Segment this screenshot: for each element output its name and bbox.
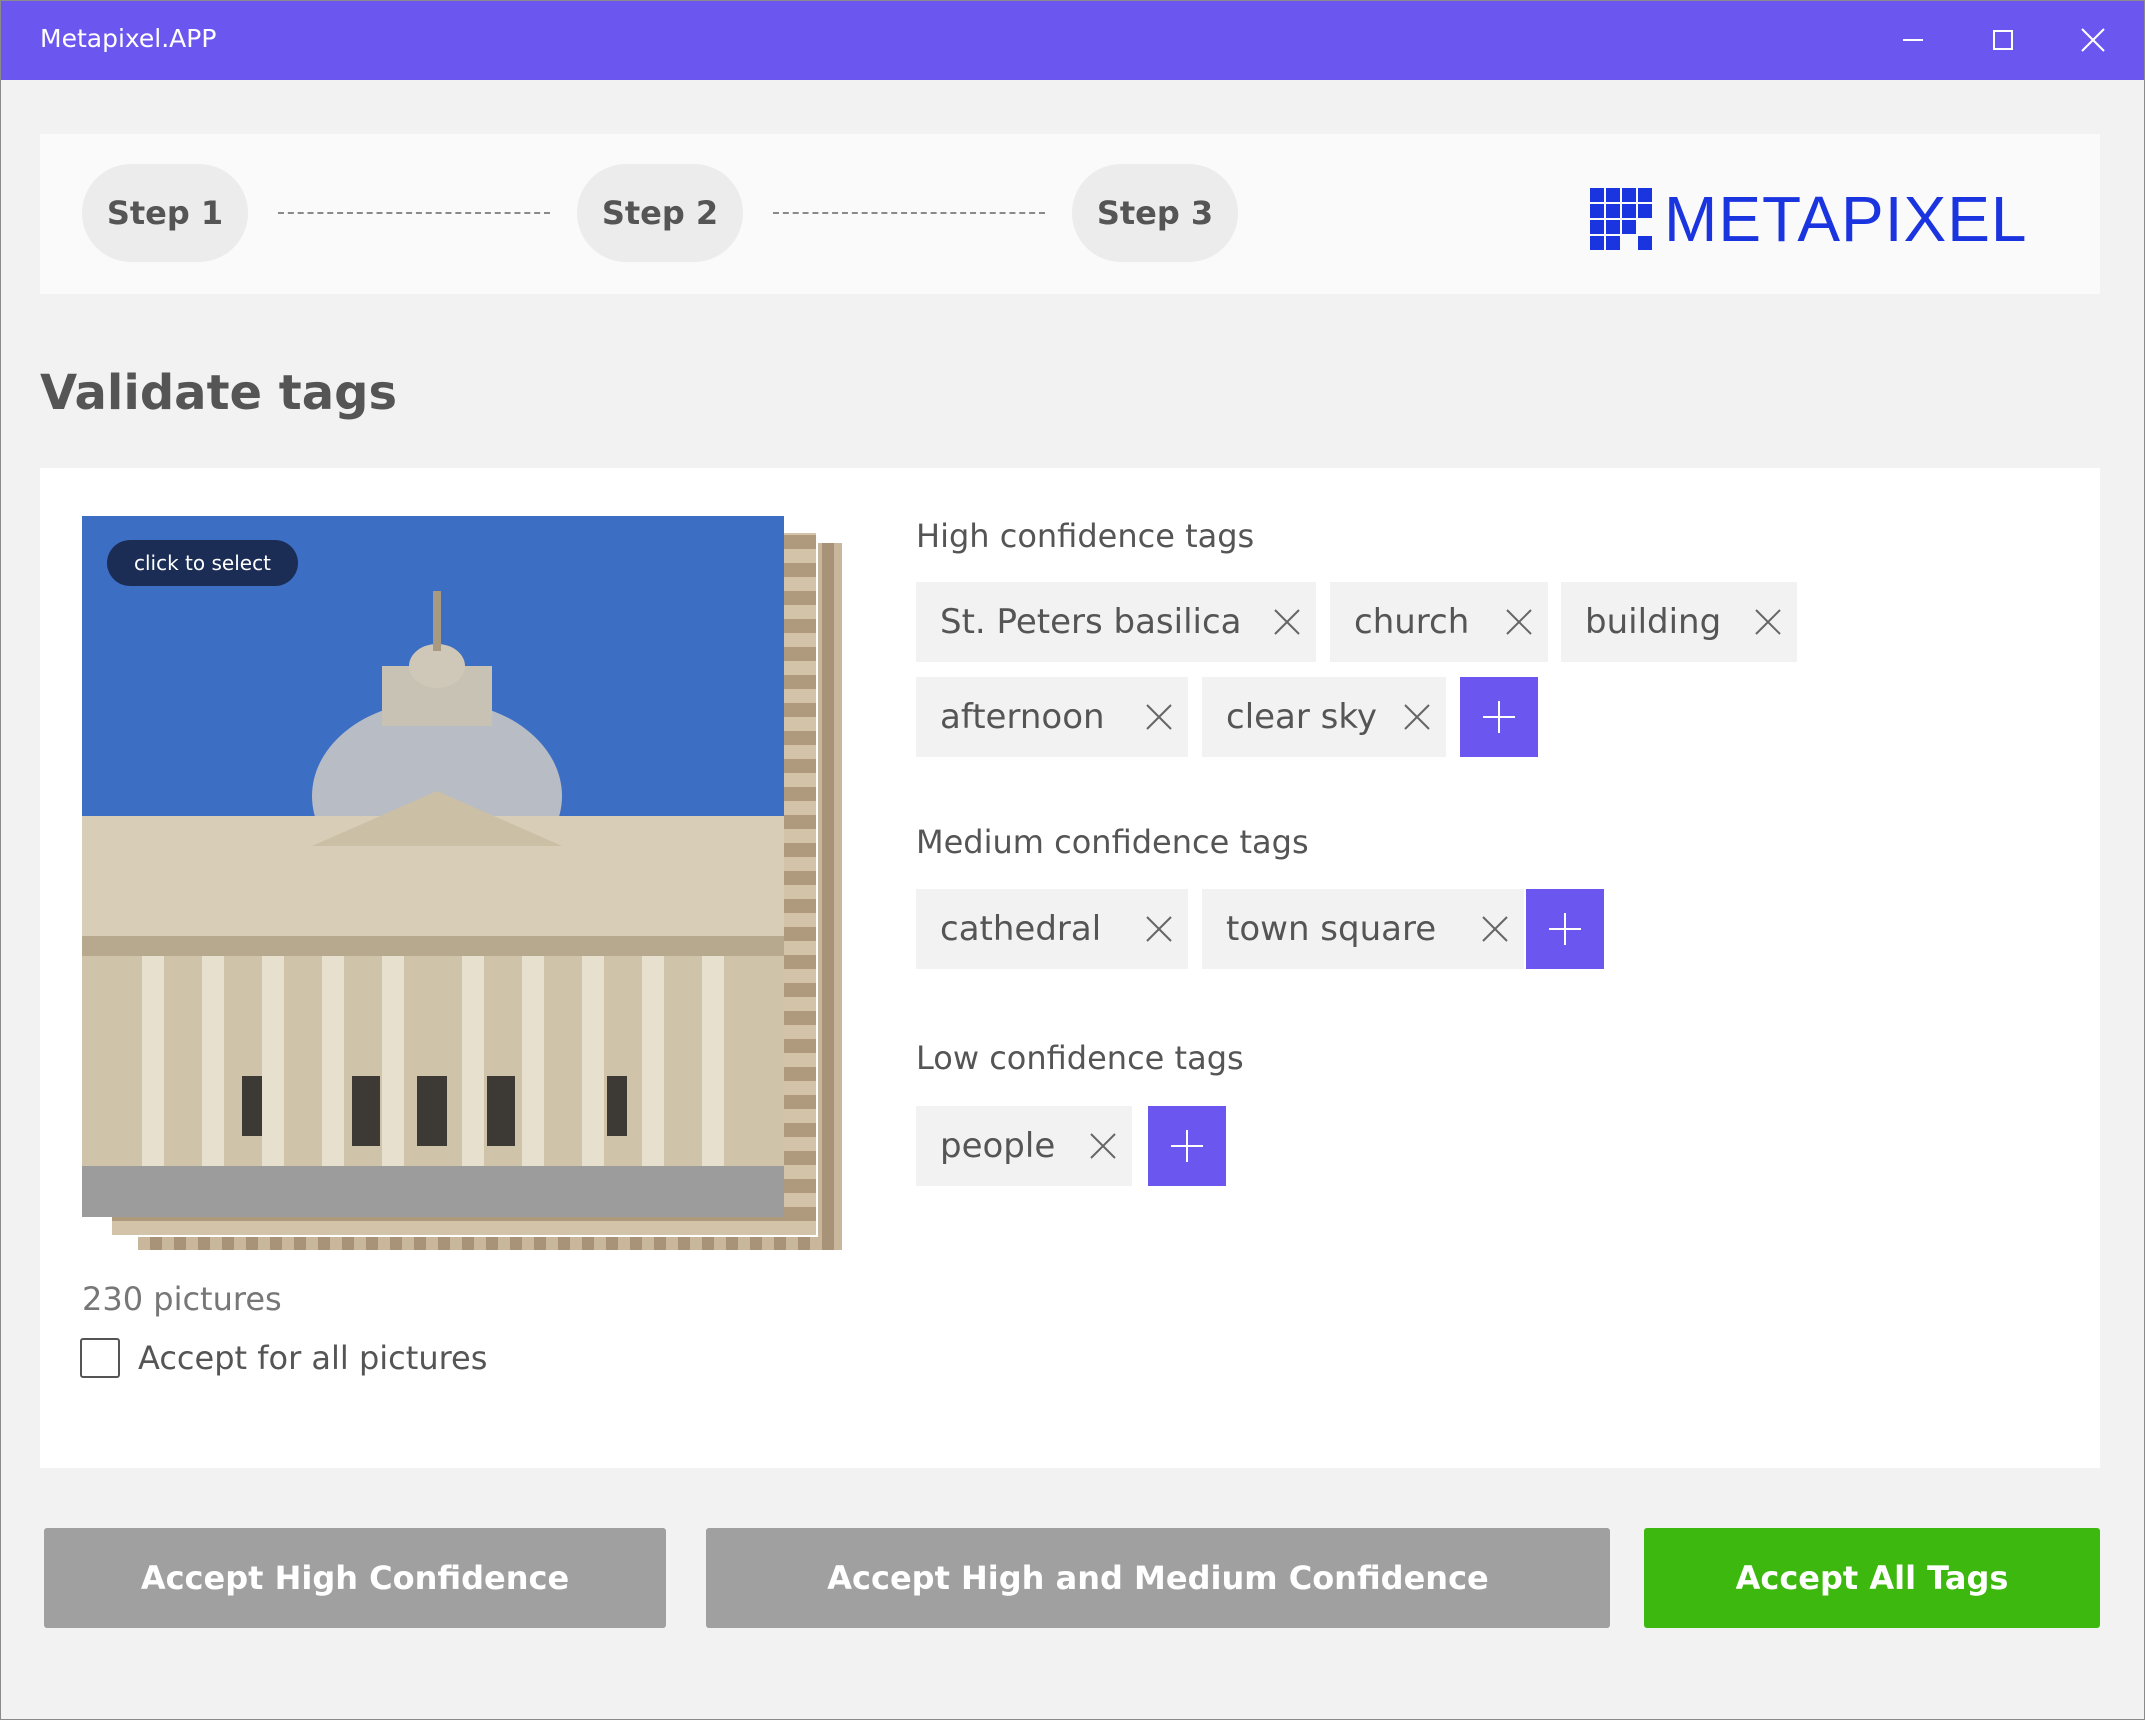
add-high-tag-button[interactable] — [1460, 677, 1538, 757]
low-confidence-title: Low confidence tags — [916, 1039, 1244, 1077]
high-confidence-title: High confidence tags — [916, 517, 1255, 555]
accept-all-pictures-label[interactable]: Accept for all pictures — [138, 1339, 487, 1377]
tag-chip: clear sky — [1202, 677, 1446, 757]
tag-chip: St. Peters basilica — [916, 582, 1316, 662]
tag-label: people — [940, 1126, 1056, 1166]
step-1[interactable]: Step 1 — [82, 164, 248, 262]
step-connector — [278, 212, 550, 214]
remove-tag-icon[interactable] — [1144, 914, 1174, 944]
tag-label: town square — [1226, 909, 1437, 949]
minimize-button[interactable] — [1868, 0, 1958, 80]
tag-chip: people — [916, 1106, 1132, 1186]
remove-tag-icon[interactable] — [1480, 914, 1510, 944]
accept-all-tags-button[interactable]: Accept All Tags — [1644, 1528, 2100, 1628]
remove-tag-icon[interactable] — [1144, 702, 1174, 732]
plus-icon — [1549, 913, 1581, 945]
close-button[interactable] — [2048, 0, 2138, 80]
tag-label: St. Peters basilica — [940, 602, 1242, 642]
window-title: Metapixel.APP — [40, 24, 217, 53]
basilica-illustration — [82, 516, 784, 1217]
tag-chip: building — [1561, 582, 1797, 662]
step-connector — [773, 212, 1045, 214]
remove-tag-icon[interactable] — [1753, 607, 1783, 637]
main-photo[interactable] — [82, 516, 784, 1217]
tag-chip: church — [1330, 582, 1548, 662]
tag-label: cathedral — [940, 909, 1102, 949]
medium-confidence-title: Medium confidence tags — [916, 823, 1309, 861]
tag-label: clear sky — [1226, 697, 1377, 737]
tag-label: afternoon — [940, 697, 1105, 737]
tag-chip: town square — [1202, 889, 1524, 969]
plus-icon — [1483, 701, 1515, 733]
add-low-tag-button[interactable] — [1148, 1106, 1226, 1186]
logo-text: METAPIXEL — [1664, 183, 2028, 255]
accept-high-confidence-button[interactable]: Accept High Confidence — [44, 1528, 666, 1628]
picture-count: 230 pictures — [82, 1280, 282, 1318]
remove-tag-icon[interactable] — [1088, 1131, 1118, 1161]
accept-high-medium-confidence-button[interactable]: Accept High and Medium Confidence — [706, 1528, 1610, 1628]
page-title: Validate tags — [40, 365, 398, 421]
maximize-icon — [1993, 30, 2013, 50]
maximize-button[interactable] — [1958, 0, 2048, 80]
click-to-select-badge[interactable]: click to select — [107, 540, 298, 586]
accept-all-pictures-checkbox[interactable] — [80, 1338, 120, 1378]
plus-icon — [1171, 1130, 1203, 1162]
add-medium-tag-button[interactable] — [1526, 889, 1604, 969]
tag-label: church — [1354, 602, 1470, 642]
tag-chip: afternoon — [916, 677, 1188, 757]
steps-bar: Step 1 Step 2 Step 3 METAPIXEL — [40, 134, 2100, 294]
tag-chip: cathedral — [916, 889, 1188, 969]
minimize-icon — [1903, 39, 1923, 41]
accept-all-pictures-row[interactable]: Accept for all pictures — [80, 1338, 487, 1378]
remove-tag-icon[interactable] — [1272, 607, 1302, 637]
close-icon — [2081, 28, 2105, 52]
step-3[interactable]: Step 3 — [1072, 164, 1238, 262]
remove-tag-icon[interactable] — [1504, 607, 1534, 637]
logo-grid-icon — [1590, 188, 1652, 250]
remove-tag-icon[interactable] — [1402, 702, 1432, 732]
title-bar: Metapixel.APP — [0, 0, 2145, 80]
logo: METAPIXEL — [1590, 182, 2027, 256]
tag-label: building — [1585, 602, 1722, 642]
step-2[interactable]: Step 2 — [577, 164, 743, 262]
